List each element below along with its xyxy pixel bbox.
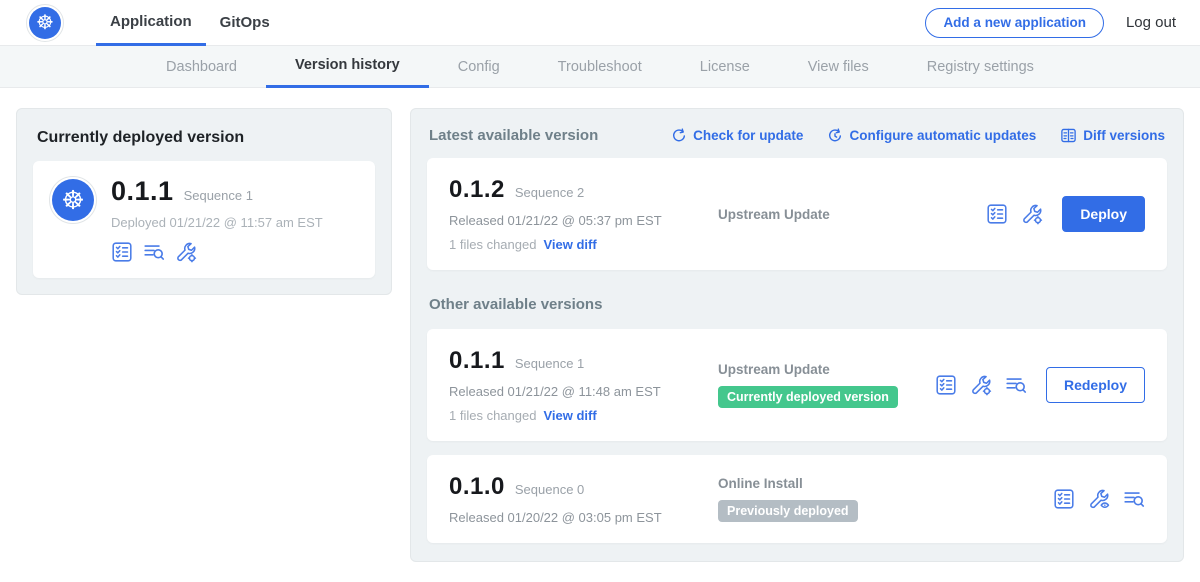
subtab-view-files[interactable]: View files — [779, 46, 898, 88]
kubernetes-wheel-icon: ☸ — [52, 179, 94, 221]
released-timestamp: Released 01/20/22 @ 03:05 pm EST — [449, 510, 704, 525]
previously-deployed-badge: Previously deployed — [718, 500, 858, 522]
subtab-version-history[interactable]: Version history — [266, 46, 429, 88]
diff-versions-link[interactable]: Diff versions — [1060, 127, 1165, 144]
version-number: 0.1.1 — [449, 347, 505, 375]
release-notes-icon[interactable] — [143, 241, 165, 263]
released-timestamp: Released 01/21/22 @ 11:48 am EST — [449, 384, 704, 399]
currently-deployed-card: Currently deployed version ☸ 0.1.1 Seque… — [16, 108, 392, 295]
subtab-troubleshoot[interactable]: Troubleshoot — [529, 46, 671, 88]
preflight-checks-icon[interactable] — [111, 241, 133, 263]
view-diff-link[interactable]: View diff — [543, 237, 596, 252]
preflight-checks-icon[interactable] — [935, 374, 957, 396]
check-for-update-label: Check for update — [693, 128, 803, 143]
files-changed-label: 1 files changed — [449, 237, 536, 252]
tab-application[interactable]: Application — [96, 0, 206, 46]
version-row-0-1-2: 0.1.2 Sequence 2 Released 01/21/22 @ 05:… — [427, 158, 1167, 270]
top-nav: ☸ Application GitOps Add a new applicati… — [0, 0, 1200, 46]
deployed-card-title: Currently deployed version — [37, 129, 375, 147]
release-notes-icon[interactable] — [1123, 488, 1145, 510]
diff-versions-label: Diff versions — [1083, 128, 1165, 143]
app-logo: ☸ — [49, 176, 97, 224]
version-number: 0.1.2 — [449, 176, 505, 204]
logout-button[interactable]: Log out — [1126, 14, 1176, 31]
diff-icon — [1060, 127, 1077, 144]
version-number: 0.1.0 — [449, 473, 505, 501]
redeploy-button[interactable]: Redeploy — [1046, 367, 1145, 403]
preflight-checks-icon[interactable] — [986, 203, 1008, 225]
deployed-sequence-label: Sequence 1 — [184, 188, 253, 203]
refresh-icon — [671, 128, 687, 144]
other-versions-header: Other available versions — [429, 296, 1165, 313]
deployed-version-number: 0.1.1 — [111, 176, 174, 207]
tab-gitops[interactable]: GitOps — [206, 0, 284, 46]
currently-deployed-badge: Currently deployed version — [718, 386, 898, 408]
version-row-0-1-1: 0.1.1 Sequence 1 Released 01/21/22 @ 11:… — [427, 329, 1167, 441]
version-row-0-1-0: 0.1.0 Sequence 0 Released 01/20/22 @ 03:… — [427, 455, 1167, 543]
configure-automatic-updates-link[interactable]: Configure automatic updates — [827, 128, 1036, 144]
config-icon[interactable] — [1021, 203, 1043, 225]
subtab-registry-settings[interactable]: Registry settings — [898, 46, 1063, 88]
deployed-timestamp: Deployed 01/21/22 @ 11:57 am EST — [111, 215, 323, 230]
auto-update-icon — [827, 128, 843, 144]
deploy-button[interactable]: Deploy — [1062, 196, 1145, 232]
version-history-page: Currently deployed version ☸ 0.1.1 Seque… — [0, 88, 1200, 582]
version-source-label: Upstream Update — [718, 362, 935, 377]
config-view-icon[interactable] — [1088, 488, 1110, 510]
sequence-label: Sequence 0 — [515, 482, 584, 497]
subtab-dashboard[interactable]: Dashboard — [137, 46, 266, 88]
released-timestamp: Released 01/21/22 @ 05:37 pm EST — [449, 213, 704, 228]
available-versions-panel: Latest available version Check for updat… — [410, 108, 1184, 562]
subtab-license[interactable]: License — [671, 46, 779, 88]
version-source-label: Upstream Update — [718, 207, 986, 222]
config-icon[interactable] — [970, 374, 992, 396]
release-notes-icon[interactable] — [1005, 374, 1027, 396]
kubernetes-wheel-icon: ☸ — [29, 7, 61, 39]
latest-version-header: Latest available version — [429, 127, 598, 144]
configure-automatic-updates-label: Configure automatic updates — [849, 128, 1036, 143]
subtab-config[interactable]: Config — [429, 46, 529, 88]
files-changed-label: 1 files changed — [449, 408, 536, 423]
deployed-version-tile: ☸ 0.1.1 Sequence 1 Deployed 01/21/22 @ 1… — [33, 161, 375, 278]
add-application-button[interactable]: Add a new application — [925, 8, 1104, 38]
view-diff-link[interactable]: View diff — [543, 408, 596, 423]
preflight-checks-icon[interactable] — [1053, 488, 1075, 510]
app-sub-nav: Dashboard Version history Config Trouble… — [0, 46, 1200, 88]
version-source-label: Online Install — [718, 476, 1053, 491]
sequence-label: Sequence 1 — [515, 356, 584, 371]
kubernetes-logo: ☸ — [26, 4, 64, 42]
config-icon[interactable] — [175, 241, 197, 263]
sequence-label: Sequence 2 — [515, 185, 584, 200]
check-for-update-link[interactable]: Check for update — [671, 128, 803, 144]
